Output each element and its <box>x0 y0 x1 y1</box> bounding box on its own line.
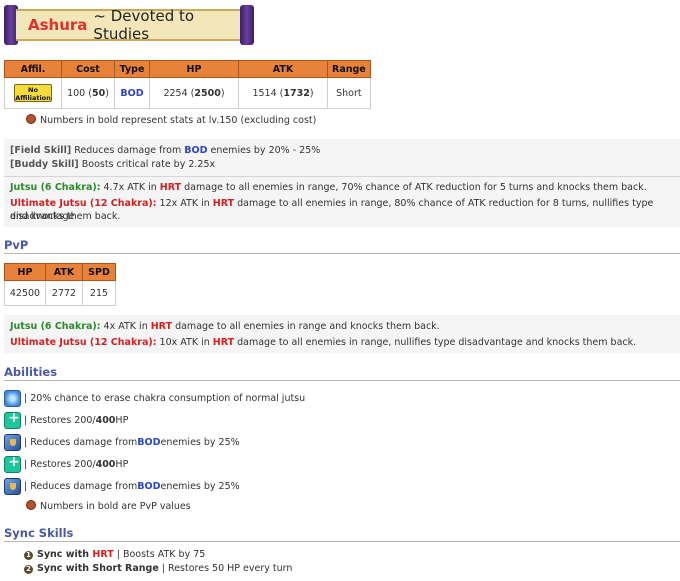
scroll-rod-right <box>240 5 254 45</box>
abilities-heading-line <box>4 380 680 381</box>
title-scroll-banner: Ashura ~ Devoted to Studies <box>4 5 254 45</box>
hp-cell: 2254 (2500) <box>149 77 239 109</box>
ability-item: | Reduces damage from BOD enemies by 25% <box>4 476 305 496</box>
col-atk: ATK <box>238 60 328 78</box>
sync-item: 1 Sync with HRT | Boosts ATK by 75 <box>24 548 205 561</box>
shield-icon <box>4 433 21 451</box>
cost-cell: 100 (50) <box>61 77 115 109</box>
affil-cell: No Affiliation <box>4 77 62 109</box>
skills-divider <box>4 176 680 177</box>
pvp-atk-value: 2772 <box>45 280 83 306</box>
bullet-icon <box>26 114 36 124</box>
heal-icon <box>4 454 21 473</box>
atk-cell: 1514 (1732) <box>238 77 328 109</box>
chakra-icon <box>4 389 21 407</box>
pvp-heading: PvP <box>4 238 29 252</box>
sync-heading-line <box>4 541 680 542</box>
pvp-col-atk: ATK <box>45 263 83 281</box>
number-2-icon: 2 <box>24 565 33 574</box>
abilities-note: Numbers in bold are PvP values <box>26 500 191 513</box>
ability-item: | Reduces damage from BOD enemies by 25% <box>4 432 305 452</box>
sync-item: 2 Sync with Short Range | Restores 50 HP … <box>24 562 292 575</box>
character-subtitle: ~ Devoted to Studies <box>93 7 195 43</box>
jutsu-line: Jutsu (6 Chakra): 4.7x ATK in HRT damage… <box>10 182 647 193</box>
col-type: Type <box>114 60 150 78</box>
pvp-spd-value: 215 <box>82 280 116 306</box>
stats-header-row: Affil. Cost Type HP ATK Range <box>4 60 371 78</box>
col-affil: Affil. <box>4 60 62 78</box>
title-paper: Ashura ~ Devoted to Studies <box>16 7 242 43</box>
heal-icon <box>4 410 21 429</box>
type-cell: BOD <box>114 77 150 109</box>
skills-box: [Field Skill] Reduces damage from BOD en… <box>4 139 680 227</box>
abilities-heading: Abilities <box>4 365 58 379</box>
pvp-jutsu-line: Jutsu (6 Chakra): 4x ATK in HRT damage t… <box>10 321 440 332</box>
ability-item: | Restores 200/400 HP <box>4 410 305 430</box>
character-name: Ashura <box>28 16 88 34</box>
pvp-jutsu-box: Jutsu (6 Chakra): 4x ATK in HRT damage t… <box>4 315 680 353</box>
pvp-stats-table: HP ATK SPD 42500 2772 215 <box>4 263 116 306</box>
range-cell: Short <box>327 77 371 109</box>
ability-item: | Restores 200/400 HP <box>4 454 305 474</box>
col-hp: HP <box>149 60 239 78</box>
shield-icon <box>4 477 21 495</box>
pvp-col-hp: HP <box>4 263 46 281</box>
sync-skills-heading: Sync Skills <box>4 526 74 540</box>
number-1-icon: 1 <box>24 551 33 560</box>
field-skill: [Field Skill] Reduces damage from BOD en… <box>10 145 321 156</box>
ability-item: | 20% chance to erase chakra consumption… <box>4 388 305 408</box>
pvp-heading-line <box>4 253 680 254</box>
col-range: Range <box>327 60 371 78</box>
bullet-icon <box>26 500 36 510</box>
col-cost: Cost <box>61 60 115 78</box>
stats-note: Numbers in bold represent stats at lv.15… <box>26 114 316 127</box>
pvp-col-spd: SPD <box>82 263 116 281</box>
pvp-value-row: 42500 2772 215 <box>4 280 116 306</box>
pvp-hp-value: 42500 <box>4 280 46 306</box>
stats-table: Affil. Cost Type HP ATK Range No Affilia… <box>4 60 371 109</box>
pvp-ult-jutsu-line: Ultimate Jutsu (12 Chakra): 10x ATK in H… <box>10 337 637 348</box>
no-affiliation-badge: No Affiliation <box>14 83 52 102</box>
buddy-skill: [Buddy Skill] Boosts critical rate by 2.… <box>10 159 216 170</box>
abilities-list: | 20% chance to erase chakra consumption… <box>4 388 305 498</box>
pvp-header-row: HP ATK SPD <box>4 263 116 281</box>
ult-jutsu-line-2: and knocks them back. <box>10 211 121 222</box>
stats-value-row: No Affiliation 100 (50) BOD 2254 (2500) … <box>4 77 371 109</box>
